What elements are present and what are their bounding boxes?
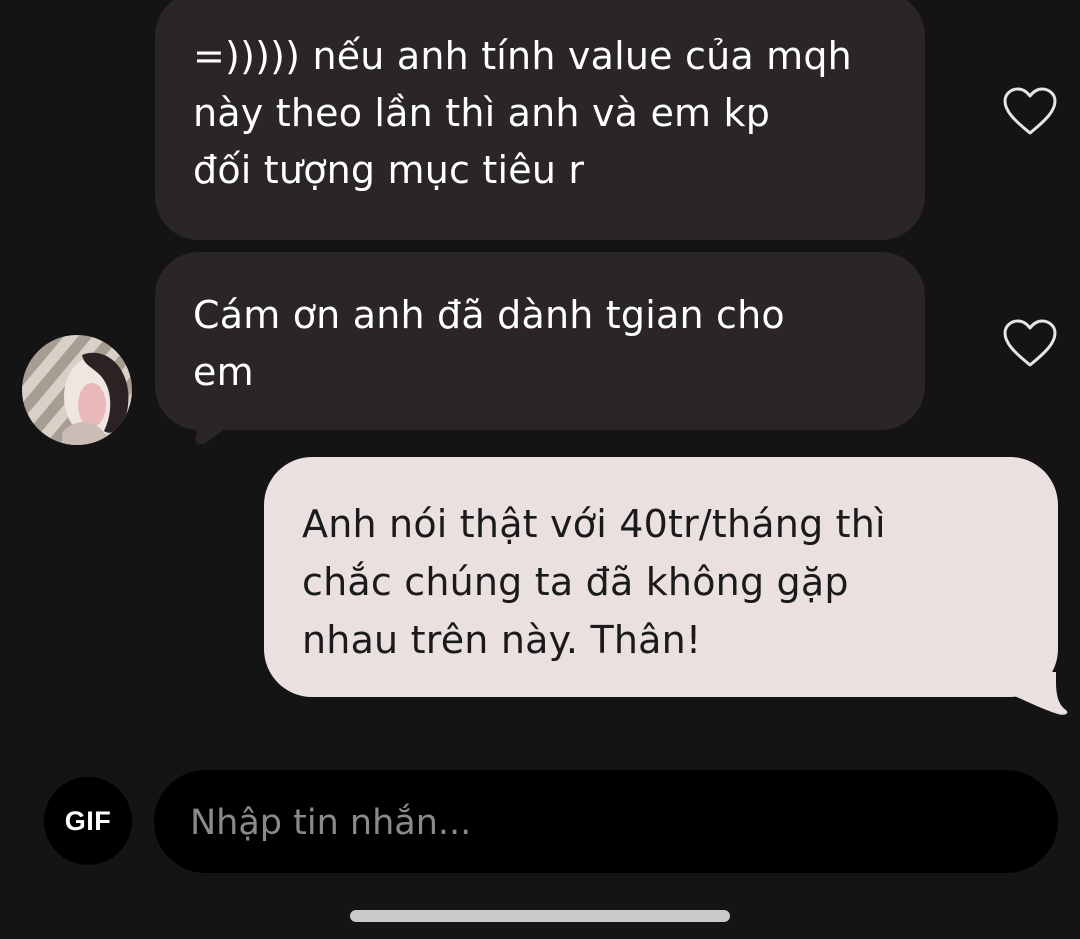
- message-input-container: [154, 770, 1058, 875]
- heart-outline-icon[interactable]: [1002, 86, 1058, 138]
- message-text-line: chắc chúng ta đã không gặp: [302, 560, 849, 604]
- message-text-line: =))))) nếu anh tính value của mqh: [193, 34, 852, 78]
- chat-screen: =))))) nếu anh tính value của mqh này th…: [0, 0, 1080, 939]
- incoming-bubble-tail: [195, 418, 240, 445]
- home-indicator[interactable]: [350, 910, 730, 922]
- incoming-message-bubble[interactable]: Cám ơn anh đã dành tgian cho em: [155, 252, 925, 430]
- outgoing-bubble-tail: [998, 672, 1068, 715]
- message-text-line: này theo lần thì anh và em kp: [193, 91, 771, 135]
- message-text-line: nhau trên này. Thân!: [302, 618, 702, 662]
- gif-button[interactable]: GIF: [44, 777, 132, 865]
- incoming-message-bubble[interactable]: =))))) nếu anh tính value của mqh này th…: [155, 0, 925, 240]
- message-text-line: Cám ơn anh đã dành tgian cho: [193, 293, 785, 337]
- message-text-line: đối tượng mục tiêu r: [193, 148, 585, 192]
- heart-outline-icon[interactable]: [1002, 318, 1058, 370]
- outgoing-message-bubble[interactable]: Anh nói thật với 40tr/tháng thì chắc chú…: [264, 457, 1058, 697]
- message-input[interactable]: [188, 770, 1012, 875]
- message-text-line: em: [193, 350, 254, 394]
- contact-avatar[interactable]: [22, 335, 132, 445]
- message-text-line: Anh nói thật với 40tr/tháng thì: [302, 502, 886, 546]
